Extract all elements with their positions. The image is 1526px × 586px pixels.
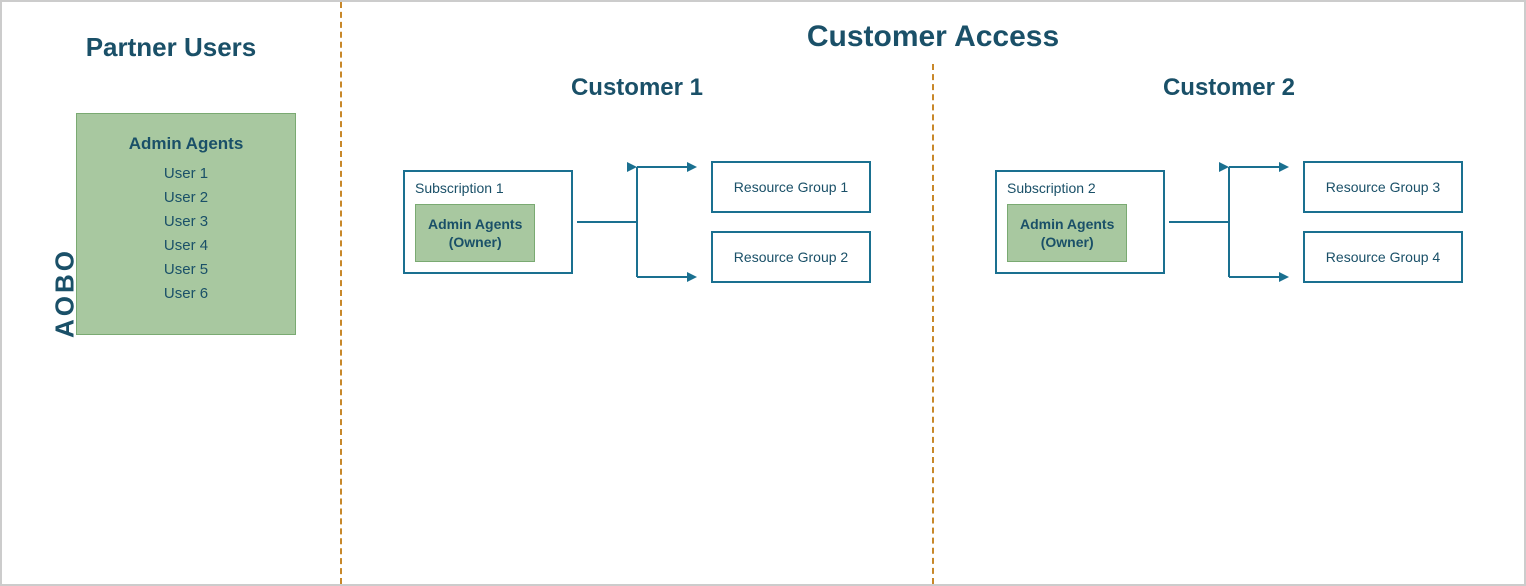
arrows-svg-1 — [577, 132, 697, 312]
customer2-title: Customer 2 — [1163, 74, 1295, 102]
arrows-svg-2 — [1169, 132, 1289, 312]
user-item: User 2 — [107, 186, 265, 210]
customer1-resource-groups: Resource Group 1 Resource Group 2 — [711, 161, 871, 283]
customer2-col: Customer 2 Subscription 2 Admin Agents(O… — [934, 64, 1524, 584]
customers-row: Customer 1 Subscription 1 Admin Agents(O… — [342, 64, 1524, 584]
customer1-col: Customer 1 Subscription 1 Admin Agents(O… — [342, 64, 934, 584]
partner-users-section: Partner Users AOBO Admin Agents User 1Us… — [2, 2, 342, 584]
subscription2-outer: Subscription 2 Admin Agents(Owner) — [995, 170, 1165, 274]
resource-group3-box: Resource Group 3 — [1303, 161, 1463, 213]
user-item: User 4 — [107, 234, 265, 258]
customer2-sub-block: Subscription 2 Admin Agents(Owner) — [995, 170, 1165, 274]
subscription2-label: Subscription 2 — [1007, 180, 1153, 196]
subscription1-label: Subscription 1 — [415, 180, 561, 196]
partner-users-title: Partner Users — [86, 32, 257, 63]
customer-access-section: Customer Access Customer 1 Subscription … — [342, 2, 1524, 584]
admin-owner2-box: Admin Agents(Owner) — [1007, 204, 1127, 262]
customer-access-title: Customer Access — [342, 2, 1524, 64]
diagram-wrapper: Partner Users AOBO Admin Agents User 1Us… — [0, 0, 1526, 586]
user-item: User 5 — [107, 258, 265, 282]
customer1-sub-block: Subscription 1 Admin Agents(Owner) — [403, 170, 573, 274]
resource-group1-box: Resource Group 1 — [711, 161, 871, 213]
resource-group4-box: Resource Group 4 — [1303, 231, 1463, 283]
customer1-diagram: Subscription 1 Admin Agents(Owner) — [362, 132, 912, 312]
customer2-diagram: Subscription 2 Admin Agents(Owner) — [954, 132, 1504, 312]
user-list: User 1User 2User 3User 4User 5User 6 — [107, 162, 265, 306]
admin-agents-box: Admin Agents User 1User 2User 3User 4Use… — [76, 113, 296, 335]
admin-owner1-box: Admin Agents(Owner) — [415, 204, 535, 262]
user-item: User 1 — [107, 162, 265, 186]
aobo-label: AOBO — [50, 248, 81, 338]
customer2-resource-groups: Resource Group 3 Resource Group 4 — [1303, 161, 1463, 283]
user-item: User 6 — [107, 282, 265, 306]
subscription1-outer: Subscription 1 Admin Agents(Owner) — [403, 170, 573, 274]
customer1-title: Customer 1 — [571, 74, 703, 102]
resource-group2-box: Resource Group 2 — [711, 231, 871, 283]
user-item: User 3 — [107, 210, 265, 234]
admin-agents-title: Admin Agents — [107, 134, 265, 154]
